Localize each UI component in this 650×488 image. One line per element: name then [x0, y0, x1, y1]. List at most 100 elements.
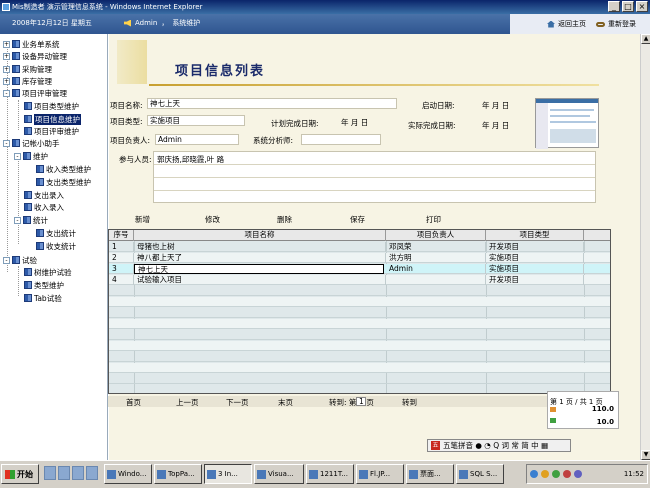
system-tray: 11:52: [526, 464, 648, 484]
network-icon[interactable]: [530, 470, 538, 478]
collapse-icon[interactable]: -: [3, 256, 10, 264]
first-page-link[interactable]: 首页: [126, 397, 141, 408]
next-page-link[interactable]: 下一页: [226, 397, 249, 408]
sidebar-item-project-review[interactable]: - 项目评审管理: [3, 87, 67, 99]
ime-tray-icon[interactable]: [563, 470, 571, 478]
members-textarea[interactable]: 郭庆扬,邱晓霞,叶 路: [153, 151, 596, 203]
quicklaunch-icon[interactable]: [44, 466, 56, 480]
collapse-icon[interactable]: -: [14, 152, 21, 160]
current-user: Admin: [135, 19, 158, 27]
relogin-link[interactable]: 重新登录: [596, 19, 636, 29]
sidebar-item-project-type[interactable]: 项目类型维护: [24, 100, 79, 112]
sidebar-item-equipment[interactable]: + 设备异动管理: [3, 50, 67, 62]
plan-date-field[interactable]: 年 月 日: [341, 117, 368, 128]
last-page-link[interactable]: 末页: [278, 397, 293, 408]
sidebar-item-inventory[interactable]: + 库存管理: [3, 75, 52, 87]
actual-date-field[interactable]: 年 月 日: [482, 120, 509, 131]
quicklaunch-icon[interactable]: [72, 466, 84, 480]
current-module: 系统维护: [172, 19, 201, 27]
sidebar-item-purchase[interactable]: + 采购管理: [3, 63, 52, 75]
empty-row: [109, 319, 610, 329]
table-row-selected[interactable]: 3 神七上天 Admin 实施项目: [109, 264, 610, 274]
vertical-scrollbar[interactable]: ▲ ▼: [640, 34, 650, 460]
sidebar-item-balance-stats[interactable]: 收支统计: [36, 240, 76, 252]
sidebar-item-income-entry[interactable]: 收入录入: [24, 201, 64, 213]
home-label: 返回主页: [558, 20, 586, 28]
book-icon: [24, 281, 32, 289]
maximize-button[interactable]: □: [622, 1, 634, 12]
sidebar-item-test[interactable]: - 试验: [3, 254, 37, 266]
expand-icon[interactable]: +: [3, 77, 10, 85]
title-underline: [149, 84, 599, 86]
table-row[interactable]: 4 试验输入项目 开发项目: [109, 275, 610, 285]
volume-icon[interactable]: [574, 470, 582, 478]
status-value-2: 10.0: [596, 418, 614, 426]
book-icon: [24, 102, 32, 110]
table-row[interactable]: 1 母猪也上树 邓凤荣 开发项目: [109, 242, 610, 252]
project-name-field[interactable]: 神七上天: [147, 98, 397, 109]
quicklaunch-icon[interactable]: [86, 466, 98, 480]
table-row[interactable]: 2 神八都上天了 洪方明 实施项目: [109, 253, 610, 263]
goto-page-input[interactable]: 1: [356, 397, 367, 406]
start-button[interactable]: 开始: [1, 464, 39, 484]
sidebar-item-bookkeeping[interactable]: - 记帐小助手: [3, 137, 60, 149]
sidebar-item-income-type[interactable]: 收入类型维护: [36, 163, 91, 175]
col-header-type[interactable]: 项目类型: [486, 230, 584, 241]
goto-button[interactable]: 转到: [402, 397, 417, 408]
focused-cell[interactable]: 神七上天: [134, 264, 384, 274]
task-button[interactable]: Windo...: [104, 464, 152, 484]
scroll-down-icon[interactable]: ▼: [641, 450, 650, 460]
task-button[interactable]: 票面...: [406, 464, 454, 484]
sidebar-item-statistics[interactable]: - 统计: [14, 214, 48, 226]
sidebar-item-expense-entry[interactable]: 支出录入: [24, 189, 64, 201]
collapse-icon[interactable]: -: [3, 89, 10, 97]
security-icon[interactable]: [552, 470, 560, 478]
collapse-icon[interactable]: -: [14, 216, 21, 224]
expand-icon[interactable]: +: [3, 40, 10, 48]
expand-icon[interactable]: +: [3, 52, 10, 60]
collapse-icon[interactable]: -: [3, 139, 10, 147]
windows-logo-icon: [5, 469, 15, 479]
start-date-label: 启动日期:: [422, 101, 455, 110]
expand-icon[interactable]: +: [3, 65, 10, 73]
task-button-active[interactable]: 3 In...: [204, 464, 252, 484]
col-header-no[interactable]: 序号: [109, 230, 134, 241]
save-button[interactable]: 保存: [350, 214, 365, 225]
col-header-name[interactable]: 项目名称: [134, 230, 386, 241]
edit-button[interactable]: 修改: [205, 214, 220, 225]
sidebar-item-project-info[interactable]: 项目信息维护: [24, 113, 81, 125]
sidebar-item-expense-stats[interactable]: 支出统计: [36, 227, 76, 239]
project-type-field[interactable]: 实施项目: [147, 115, 245, 126]
ime-toolbar[interactable]: 五 五笔拼音 ● ◔ Q 词 常 简 中 ▦: [427, 439, 571, 452]
home-link[interactable]: 返回主页: [547, 19, 586, 29]
task-button[interactable]: 1211T...: [306, 464, 354, 484]
sidebar-item-tab-test[interactable]: Tab试验: [24, 292, 62, 304]
delete-button[interactable]: 删除: [277, 214, 292, 225]
sidebar-item-tree-test[interactable]: 树维护试验: [24, 266, 72, 278]
new-button[interactable]: 新增: [135, 214, 150, 225]
start-date-field[interactable]: 年 月 日: [482, 100, 509, 111]
analyst-field[interactable]: [301, 134, 381, 145]
taskbar: 开始 Windo... TopPa... 3 In... Visua... 12…: [0, 460, 650, 488]
prev-page-link[interactable]: 上一页: [176, 397, 199, 408]
close-button[interactable]: ×: [636, 1, 648, 12]
help-icon[interactable]: [541, 470, 549, 478]
sidebar-item-maintain[interactable]: - 维护: [14, 150, 48, 162]
scroll-up-icon[interactable]: ▲: [641, 34, 650, 44]
task-button[interactable]: Visua...: [254, 464, 304, 484]
quicklaunch-icon[interactable]: [58, 466, 70, 480]
app-icon: [309, 469, 318, 479]
print-button[interactable]: 打印: [426, 214, 441, 225]
sidebar-item-expense-type[interactable]: 支出类型维护: [36, 176, 91, 188]
task-button[interactable]: Fl.JP...: [356, 464, 404, 484]
sidebar-item-review-maintain[interactable]: 项目评审维护: [24, 125, 79, 137]
col-header-manager[interactable]: 项目负责人: [386, 230, 486, 241]
sidebar-item-type-maintain[interactable]: 类型维护: [24, 279, 64, 291]
manager-field[interactable]: Admin: [155, 134, 239, 145]
minimize-button[interactable]: _: [608, 1, 620, 12]
task-button[interactable]: TopPa...: [154, 464, 202, 484]
speaker-icon: [124, 19, 131, 27]
sidebar-item-business[interactable]: + 业务单系统: [3, 38, 60, 50]
task-button[interactable]: SQL S...: [456, 464, 504, 484]
main-content: 项目信息列表 项目名称: 神七上天 启动日期: 年 月 日 项目类型: 实施项目…: [108, 34, 650, 460]
